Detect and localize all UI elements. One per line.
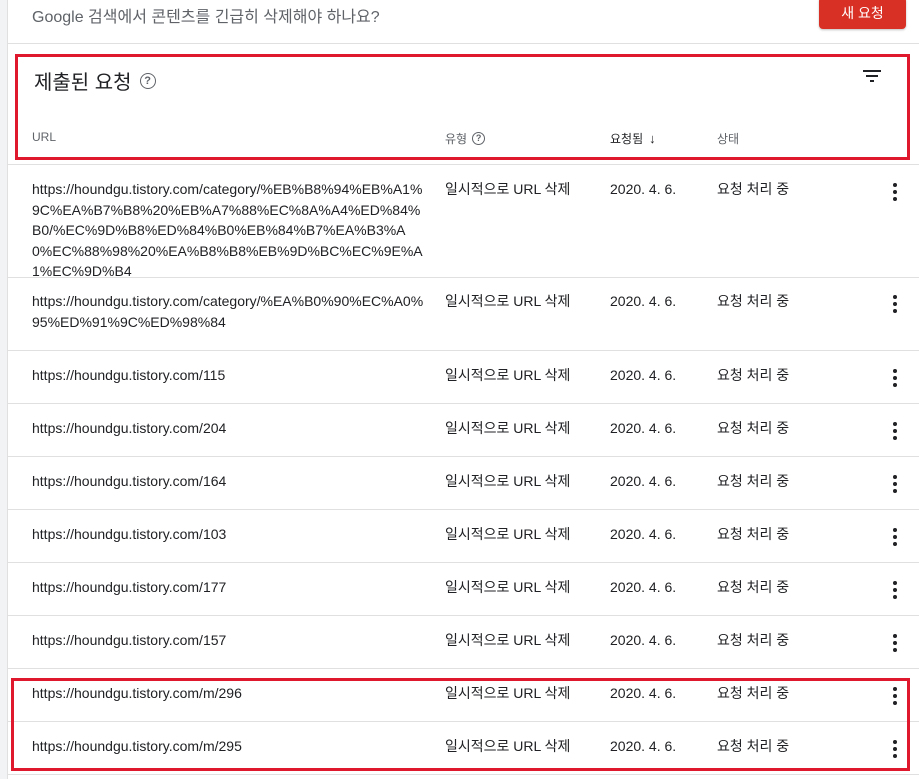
row-type: 일시적으로 URL 삭제: [445, 685, 571, 701]
new-request-button[interactable]: 새 요청: [819, 0, 906, 29]
column-header-status-label: 상태: [717, 132, 740, 146]
arrow-down-icon: ↓: [649, 131, 656, 146]
row-url: https://houndgu.tistory.com/177: [32, 579, 227, 595]
row-status: 요청 처리 중: [717, 685, 790, 701]
submitted-requests-header: 제출된 요청 ? URL 유형 ? 요청됨 ↓ 상태: [8, 44, 919, 165]
row-date: 2020. 4. 6.: [610, 685, 677, 701]
column-header-status: 상태: [717, 130, 739, 147]
row-url: https://houndgu.tistory.com/m/296: [32, 685, 242, 701]
row-type: 일시적으로 URL 삭제: [445, 473, 571, 489]
row-type: 일시적으로 URL 삭제: [445, 420, 571, 436]
row-date: 2020. 4. 6.: [610, 293, 677, 309]
row-url: https://houndgu.tistory.com/157: [32, 632, 227, 648]
column-header-requested[interactable]: 요청됨 ↓: [610, 130, 656, 147]
more-vert-icon[interactable]: [890, 633, 900, 653]
section-title: 제출된 요청 ?: [34, 66, 156, 95]
table-row[interactable]: https://houndgu.tistory.com/177 일시적으로 UR…: [8, 563, 919, 616]
row-date: 2020. 4. 6.: [610, 632, 677, 648]
row-url: https://houndgu.tistory.com/m/295: [32, 738, 242, 754]
more-vert-icon[interactable]: [890, 580, 900, 600]
column-header-requested-label: 요청됨: [610, 132, 644, 146]
row-status: 요청 처리 중: [717, 526, 790, 542]
row-type: 일시적으로 URL 삭제: [445, 367, 571, 383]
more-vert-icon[interactable]: [890, 182, 900, 202]
row-status: 요청 처리 중: [717, 367, 790, 383]
more-vert-icon[interactable]: [890, 421, 900, 441]
table-row[interactable]: https://houndgu.tistory.com/115 일시적으로 UR…: [8, 351, 919, 404]
row-type: 일시적으로 URL 삭제: [445, 632, 571, 648]
table-row[interactable]: https://houndgu.tistory.com/204 일시적으로 UR…: [8, 404, 919, 457]
new-request-banner: Google 검색에서 콘텐츠를 긴급히 삭제해야 하나요? 새 요청: [8, 0, 919, 44]
table-row[interactable]: https://houndgu.tistory.com/category/%EB…: [8, 165, 919, 279]
banner-prompt: Google 검색에서 콘텐츠를 긴급히 삭제해야 하나요?: [32, 9, 380, 26]
row-url: https://houndgu.tistory.com/category/%EB…: [32, 181, 423, 279]
row-status: 요청 처리 중: [717, 579, 790, 595]
row-type: 일시적으로 URL 삭제: [445, 181, 571, 197]
column-header-type-label: 유형: [445, 132, 468, 146]
more-vert-icon[interactable]: [890, 294, 900, 314]
row-status: 요청 처리 중: [717, 632, 790, 648]
table-row[interactable]: https://houndgu.tistory.com/m/295 일시적으로 …: [8, 722, 919, 775]
row-status: 요청 처리 중: [717, 181, 790, 197]
row-status: 요청 처리 중: [717, 420, 790, 436]
row-date: 2020. 4. 6.: [610, 367, 677, 383]
row-date: 2020. 4. 6.: [610, 738, 677, 754]
row-date: 2020. 4. 6.: [610, 420, 677, 436]
row-url: https://houndgu.tistory.com/204: [32, 420, 227, 436]
filter-icon[interactable]: [860, 64, 884, 88]
row-url: https://houndgu.tistory.com/164: [32, 473, 227, 489]
row-status: 요청 처리 중: [717, 293, 790, 309]
table-row[interactable]: https://houndgu.tistory.com/164 일시적으로 UR…: [8, 457, 919, 510]
row-status: 요청 처리 중: [717, 473, 790, 489]
section-title-text: 제출된 요청: [34, 72, 132, 94]
column-header-url-label: URL: [32, 130, 57, 144]
more-vert-icon[interactable]: [890, 368, 900, 388]
page: Google 검색에서 콘텐츠를 긴급히 삭제해야 하나요? 새 요청 제출된 …: [0, 0, 919, 779]
removals-panel: Google 검색에서 콘텐츠를 긴급히 삭제해야 하나요? 새 요청 제출된 …: [7, 0, 919, 779]
row-url: https://houndgu.tistory.com/103: [32, 526, 227, 542]
table-row[interactable]: https://houndgu.tistory.com/category/%EA…: [8, 278, 919, 351]
table-row[interactable]: https://houndgu.tistory.com/103 일시적으로 UR…: [8, 510, 919, 563]
row-date: 2020. 4. 6.: [610, 181, 677, 197]
help-circle-icon[interactable]: ?: [139, 72, 156, 89]
row-date: 2020. 4. 6.: [610, 473, 677, 489]
row-date: 2020. 4. 6.: [610, 526, 677, 542]
more-vert-icon[interactable]: [890, 474, 900, 494]
row-type: 일시적으로 URL 삭제: [445, 526, 571, 542]
row-date: 2020. 4. 6.: [610, 579, 677, 595]
table-row[interactable]: https://houndgu.tistory.com/m/296 일시적으로 …: [8, 669, 919, 722]
more-vert-icon[interactable]: [890, 739, 900, 759]
row-type: 일시적으로 URL 삭제: [445, 579, 571, 595]
help-circle-icon[interactable]: ?: [472, 132, 486, 145]
more-vert-icon[interactable]: [890, 686, 900, 706]
column-header-url: URL: [32, 130, 56, 144]
table-row[interactable]: https://houndgu.tistory.com/157 일시적으로 UR…: [8, 616, 919, 669]
column-header-type: 유형 ?: [445, 130, 486, 147]
row-url: https://houndgu.tistory.com/category/%EA…: [32, 293, 424, 330]
row-type: 일시적으로 URL 삭제: [445, 293, 571, 309]
row-type: 일시적으로 URL 삭제: [445, 738, 571, 754]
more-vert-icon[interactable]: [890, 527, 900, 547]
row-status: 요청 처리 중: [717, 738, 790, 754]
row-url: https://houndgu.tistory.com/115: [32, 367, 226, 383]
